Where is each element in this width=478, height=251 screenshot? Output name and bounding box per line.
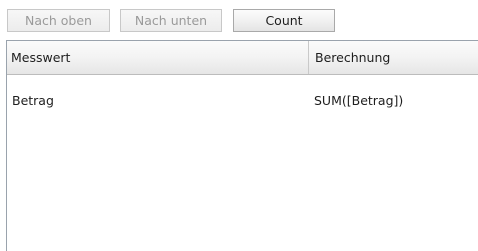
toolbar: Nach oben Nach unten Count <box>0 0 478 40</box>
count-button[interactable]: Count <box>233 9 335 32</box>
column-header-messwert[interactable]: Messwert <box>7 41 309 74</box>
cell-messwert: Betrag <box>12 93 54 108</box>
move-up-button[interactable]: Nach oben <box>7 9 110 32</box>
column-header-berechnung[interactable]: Berechnung <box>309 41 478 74</box>
cell-berechnung: SUM([Betrag]) <box>314 93 404 108</box>
move-down-button[interactable]: Nach unten <box>120 9 222 32</box>
table-row[interactable]: Betrag SUM([Betrag]) <box>7 91 478 111</box>
measures-panel: Nach oben Nach unten Count Messwert Bere… <box>0 0 478 251</box>
table-header: Messwert Berechnung <box>7 41 478 75</box>
measures-table: Messwert Berechnung Betrag SUM([Betrag]) <box>6 40 478 251</box>
